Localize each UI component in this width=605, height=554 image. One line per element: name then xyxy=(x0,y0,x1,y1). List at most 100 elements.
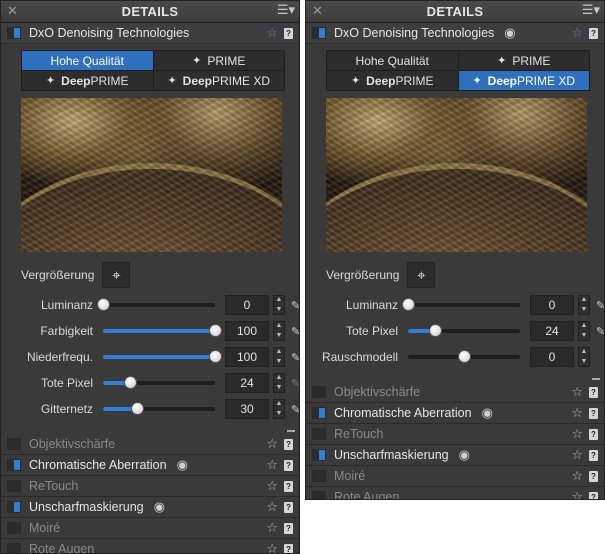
slider-track[interactable] xyxy=(103,350,222,363)
slider-value[interactable]: 0 xyxy=(225,295,269,315)
mode-button[interactable]: ✦ PRIME xyxy=(153,51,284,70)
stepper-up-icon[interactable]: ▲ xyxy=(276,322,283,330)
favorite-star-icon[interactable]: ☆ xyxy=(571,489,583,499)
value-stepper[interactable]: ▲ ▼ xyxy=(578,295,590,315)
slider-value[interactable]: 24 xyxy=(225,373,269,393)
slider-knob[interactable] xyxy=(123,376,137,389)
stepper-down-icon[interactable]: ▼ xyxy=(276,358,283,366)
slider-knob[interactable] xyxy=(402,298,415,311)
section-toggle[interactable] xyxy=(7,501,21,513)
slider-track[interactable] xyxy=(103,376,215,389)
stepper-down-icon[interactable]: ▼ xyxy=(276,410,283,418)
section-header-denoising[interactable]: DxO Denoising Technologies ◉ ☆? xyxy=(306,23,604,44)
auto-wand-icon[interactable]: ✎ xyxy=(291,377,299,390)
section-header[interactable]: Rote Augen ☆? xyxy=(306,487,604,499)
auto-wand-icon[interactable]: ✎ xyxy=(291,325,299,338)
section-header[interactable]: Moiré ☆? xyxy=(1,518,299,539)
zoom-button[interactable]: ⌖ xyxy=(407,262,436,288)
slider-knob[interactable] xyxy=(97,298,110,311)
auto-wand-icon[interactable]: ✎ xyxy=(596,325,604,338)
section-header-denoising[interactable]: DxO Denoising Technologies ☆? xyxy=(1,23,299,44)
value-stepper[interactable]: ▲ ▼ xyxy=(273,347,285,367)
auto-wand-icon[interactable]: ✎ xyxy=(596,299,604,312)
section-toggle[interactable] xyxy=(312,386,326,398)
help-icon[interactable]: ? xyxy=(284,438,293,450)
help-icon[interactable]: ? xyxy=(589,386,598,398)
section-header[interactable]: Chromatische Aberration ◉ ☆? xyxy=(306,403,604,424)
section-header[interactable]: Moiré ☆? xyxy=(306,466,604,487)
section-toggle[interactable] xyxy=(312,407,326,419)
mode-button[interactable]: ✦ Deep PRIME XD xyxy=(458,71,589,90)
section-header[interactable]: Rote Augen ☆? xyxy=(1,539,299,553)
stepper-up-icon[interactable]: ▲ xyxy=(276,400,283,408)
help-icon[interactable]: ? xyxy=(284,27,293,39)
favorite-star-icon[interactable]: ☆ xyxy=(571,426,583,442)
panel-menu-icon[interactable]: ☰▾ xyxy=(582,2,600,18)
section-toggle[interactable] xyxy=(7,480,21,492)
stepper-up-icon[interactable]: ▲ xyxy=(276,348,283,356)
section-header[interactable]: Objektivschärfe ☆? xyxy=(1,434,299,455)
stepper-up-icon[interactable]: ▲ xyxy=(581,296,588,304)
collapse-handle[interactable] xyxy=(1,422,299,434)
help-icon[interactable]: ? xyxy=(284,501,293,513)
slider-value[interactable]: 0 xyxy=(530,347,574,367)
section-toggle[interactable] xyxy=(7,459,21,471)
section-toggle[interactable] xyxy=(312,27,326,39)
value-stepper[interactable]: ▲ ▼ xyxy=(273,399,285,419)
slider-track[interactable] xyxy=(97,298,215,311)
slider-knob[interactable] xyxy=(209,350,222,363)
section-header[interactable]: Unscharfmaskierung ◉ ☆? xyxy=(306,445,604,466)
help-icon[interactable]: ? xyxy=(284,459,293,471)
favorite-star-icon[interactable]: ☆ xyxy=(266,499,278,515)
slider-track[interactable] xyxy=(408,324,520,337)
slider-knob[interactable] xyxy=(209,324,222,337)
eye-icon[interactable]: ◉ xyxy=(177,457,188,473)
eye-icon[interactable]: ◉ xyxy=(154,499,165,515)
stepper-up-icon[interactable]: ▲ xyxy=(276,296,283,304)
close-icon[interactable]: ✕ xyxy=(312,3,323,19)
section-toggle[interactable] xyxy=(7,543,21,553)
stepper-down-icon[interactable]: ▼ xyxy=(581,306,588,314)
value-stepper[interactable]: ▲ ▼ xyxy=(578,347,590,367)
auto-wand-icon[interactable]: ✎ xyxy=(291,299,299,312)
favorite-star-icon[interactable]: ☆ xyxy=(266,436,278,452)
slider-value[interactable]: 100 xyxy=(225,347,269,367)
collapse-icon[interactable] xyxy=(287,422,295,432)
mode-button[interactable]: ✦ PRIME xyxy=(458,51,589,70)
help-icon[interactable]: ? xyxy=(589,407,598,419)
stepper-up-icon[interactable]: ▲ xyxy=(276,374,283,382)
mode-button[interactable]: Hohe Qualität xyxy=(22,51,153,70)
value-stepper[interactable]: ▲ ▼ xyxy=(273,373,285,393)
slider-knob[interactable] xyxy=(428,324,442,337)
help-icon[interactable]: ? xyxy=(589,27,598,39)
slider-track[interactable] xyxy=(408,350,520,363)
collapse-handle[interactable] xyxy=(306,370,604,382)
section-header[interactable]: ReTouch ☆? xyxy=(1,476,299,497)
favorite-star-icon[interactable]: ☆ xyxy=(266,478,278,494)
section-header[interactable]: Chromatische Aberration ◉ ☆? xyxy=(1,455,299,476)
stepper-down-icon[interactable]: ▼ xyxy=(276,384,283,392)
slider-track[interactable] xyxy=(103,402,215,415)
section-toggle[interactable] xyxy=(312,491,326,499)
preview-image[interactable] xyxy=(326,98,587,252)
slider-track[interactable] xyxy=(103,324,222,337)
help-icon[interactable]: ? xyxy=(589,470,598,482)
help-icon[interactable]: ? xyxy=(284,543,293,553)
mode-button[interactable]: ✦ Deep PRIME XD xyxy=(153,71,284,90)
stepper-down-icon[interactable]: ▼ xyxy=(276,306,283,314)
mode-button[interactable]: ✦ Deep PRIME xyxy=(22,71,153,90)
slider-value[interactable]: 100 xyxy=(225,321,269,341)
value-stepper[interactable]: ▲ ▼ xyxy=(273,295,285,315)
stepper-down-icon[interactable]: ▼ xyxy=(581,358,588,366)
help-icon[interactable]: ? xyxy=(284,480,293,492)
eye-icon[interactable]: ◉ xyxy=(482,405,493,421)
section-toggle[interactable] xyxy=(312,470,326,482)
mode-button[interactable]: Hohe Qualität xyxy=(327,51,458,70)
favorite-star-icon[interactable]: ☆ xyxy=(571,25,583,41)
collapse-icon[interactable] xyxy=(592,370,600,380)
slider-value[interactable]: 0 xyxy=(530,295,574,315)
help-icon[interactable]: ? xyxy=(589,428,598,440)
stepper-down-icon[interactable]: ▼ xyxy=(276,332,283,340)
slider-value[interactable]: 30 xyxy=(225,399,269,419)
preview-image[interactable] xyxy=(21,98,282,252)
